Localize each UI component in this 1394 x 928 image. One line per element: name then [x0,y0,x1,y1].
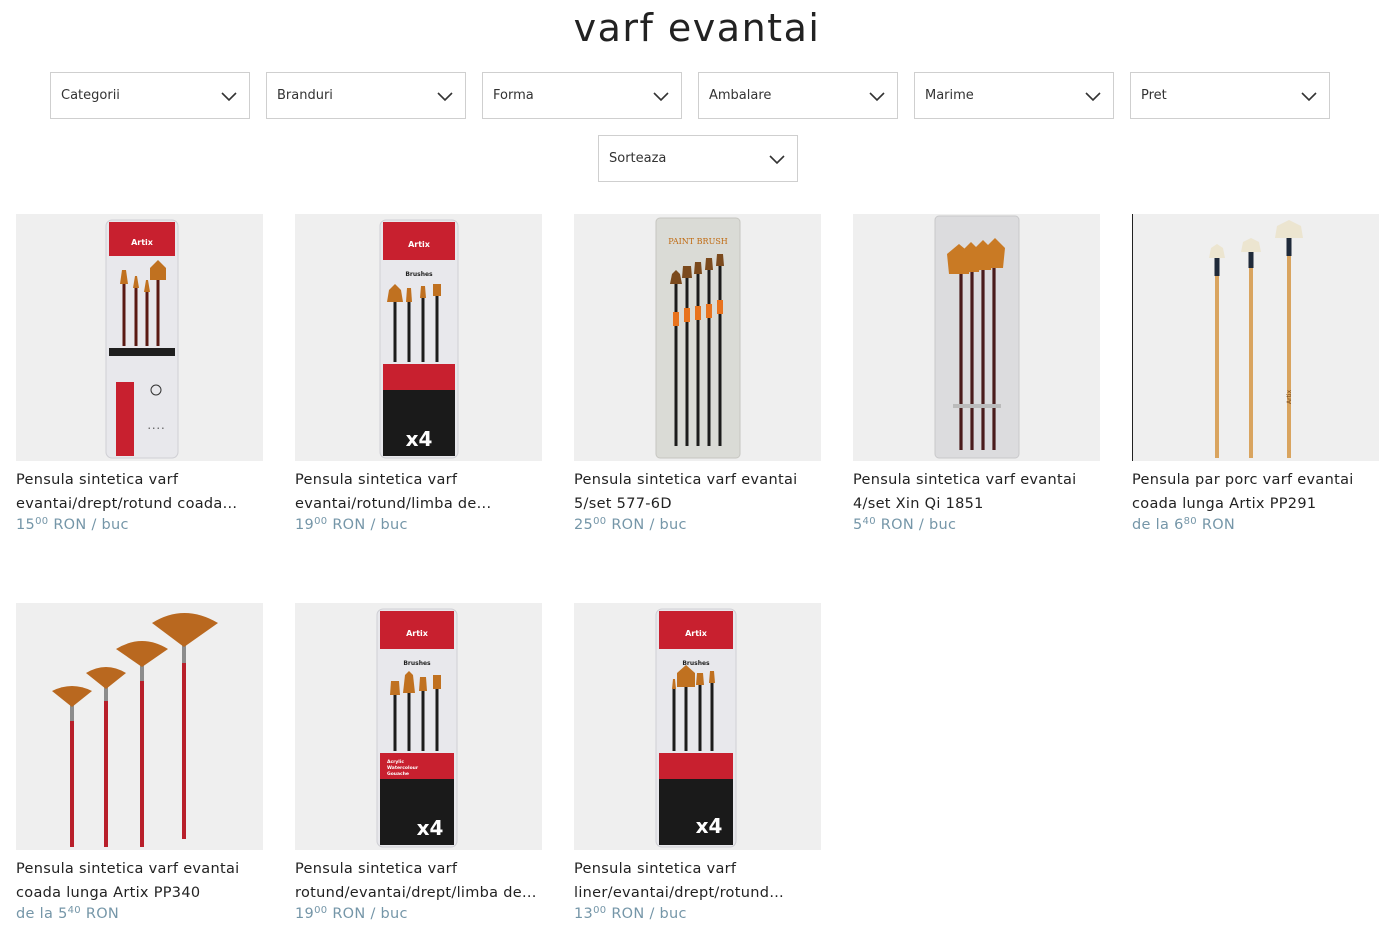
product-price: de la 680 RON [1132,516,1236,533]
sort-label: Sorteaza [609,151,667,166]
product-image[interactable] [16,603,263,850]
svg-text:Artix: Artix [131,238,154,247]
svg-text:Watercolour: Watercolour [387,765,419,771]
svg-text:x4: x4 [696,814,723,838]
svg-text:Gouache: Gouache [387,771,409,777]
product-name[interactable]: Pensula sintetica varf evantai/drept/rot… [16,468,268,516]
product-price: 2500 RON / buc [574,516,687,533]
filter-label: Marime [925,88,974,103]
filter-label: Pret [1141,88,1167,103]
chevron-down-icon [769,155,785,165]
product-name[interactable]: Pensula sintetica varf evantai coada lun… [16,857,268,905]
filter-categorii[interactable]: Categorii [50,72,250,119]
product-name[interactable]: Pensula sintetica varf evantai 5/set 577… [574,468,826,516]
chevron-down-icon [1301,92,1317,102]
filter-pret[interactable]: Pret [1130,72,1330,119]
chevron-down-icon [437,92,453,102]
product-price: de la 540 RON [16,905,120,922]
product-image[interactable]: Artix Brushes Acrylic Watercolour Gouach… [295,603,542,850]
product-name[interactable]: Pensula par porc varf evantai coada lung… [1132,468,1384,516]
filter-label: Ambalare [709,88,772,103]
filter-branduri[interactable]: Branduri [266,72,466,119]
svg-text:x4: x4 [406,427,433,451]
product-price: 1500 RON / buc [16,516,129,533]
filter-ambalare[interactable]: Ambalare [698,72,898,119]
svg-text:Brushes: Brushes [403,660,431,667]
product-image[interactable] [853,214,1100,461]
chevron-down-icon [653,92,669,102]
svg-text:Artix: Artix [406,629,429,638]
sort-dropdown[interactable]: Sorteaza [598,135,798,182]
product-price: 1900 RON / buc [295,516,408,533]
product-image[interactable]: Artix [1132,214,1379,461]
filter-label: Branduri [277,88,333,103]
product-image[interactable]: Artix Brushes x4 [574,603,821,850]
chevron-down-icon [1085,92,1101,102]
page-title: varf evantai [573,6,821,50]
product-image[interactable]: Artix • • • • [16,214,263,461]
filter-label: Forma [493,88,534,103]
svg-text:x4: x4 [417,816,444,840]
svg-text:Artix: Artix [685,629,708,638]
svg-text:Brushes: Brushes [405,271,433,278]
product-name[interactable]: Pensula sintetica varf evantai 4/set Xin… [853,468,1105,516]
product-price: 540 RON / buc [853,516,957,533]
product-name[interactable]: Pensula sintetica varf liner/evantai/dre… [574,857,826,905]
svg-text:• • • •: • • • • [148,426,165,432]
product-price: 1300 RON / buc [574,905,687,922]
product-image[interactable]: PAINT BRUSH [574,214,821,461]
product-image[interactable]: Artix Brushes x4 [295,214,542,461]
product-name[interactable]: Pensula sintetica varf evantai/rotund/li… [295,468,547,516]
svg-text:Artix: Artix [408,240,431,249]
chevron-down-icon [869,92,885,102]
product-price: 1900 RON / buc [295,905,408,922]
product-name[interactable]: Pensula sintetica varf rotund/evantai/dr… [295,857,547,905]
svg-text:Acrylic: Acrylic [387,759,404,765]
filter-forma[interactable]: Forma [482,72,682,119]
chevron-down-icon [221,92,237,102]
svg-text:PAINT BRUSH: PAINT BRUSH [668,237,728,246]
svg-text:Artix: Artix [1286,389,1293,404]
filter-label: Categorii [61,88,120,103]
filter-marime[interactable]: Marime [914,72,1114,119]
